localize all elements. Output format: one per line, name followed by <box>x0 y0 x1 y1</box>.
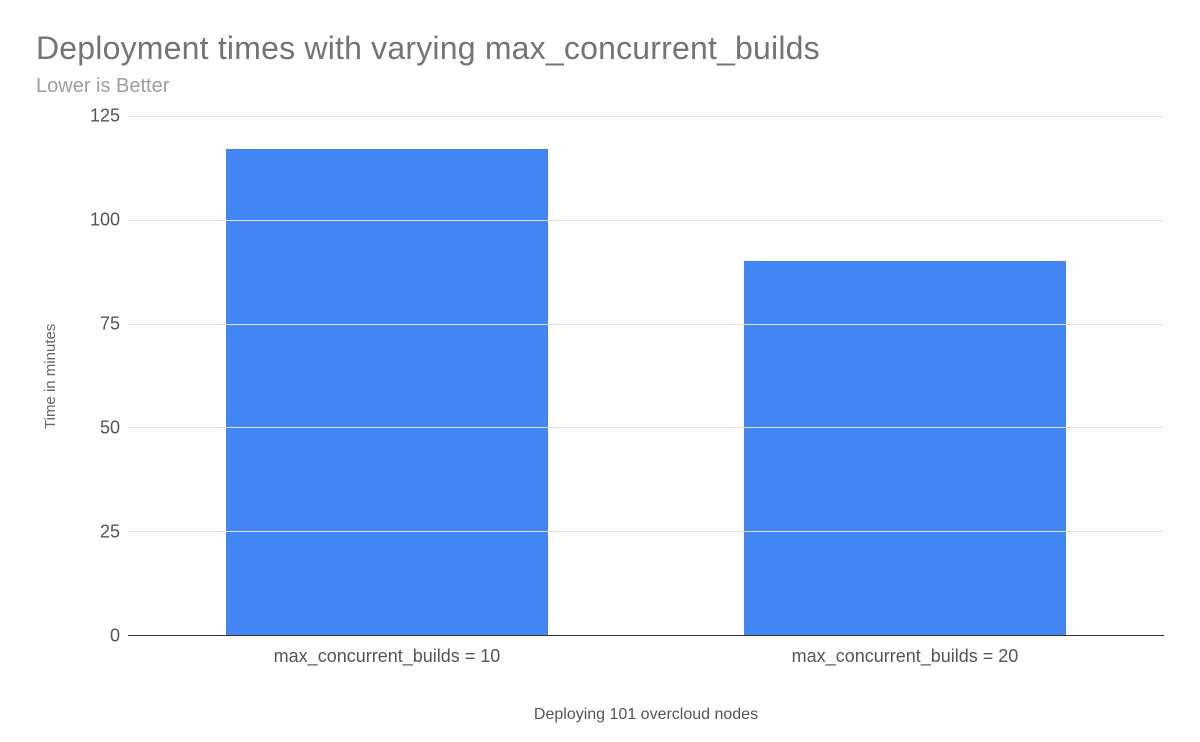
chart-title: Deployment times with varying max_concur… <box>36 30 1164 67</box>
y-tick-label: 125 <box>90 106 120 127</box>
y-tick-label: 25 <box>100 522 120 543</box>
y-tick-label: 100 <box>90 210 120 231</box>
plot-area <box>128 116 1164 636</box>
y-tick-label: 0 <box>110 626 120 647</box>
gridline <box>128 324 1164 325</box>
y-axis-ticks: 0255075100125 <box>58 116 128 636</box>
bars-group <box>128 116 1164 635</box>
x-axis-label: Deploying 101 overcloud nodes <box>128 706 1164 724</box>
chart-subtitle: Lower is Better <box>36 75 1164 98</box>
gridline <box>128 220 1164 221</box>
x-tick-label: max_concurrent_builds = 10 <box>128 636 646 678</box>
gridline <box>128 427 1164 428</box>
gridline <box>128 531 1164 532</box>
bar-slot <box>646 116 1164 635</box>
plot-outer: Time in minutes 0255075100125 <box>36 116 1164 636</box>
bar-slot <box>128 116 646 635</box>
gridline <box>128 116 1164 117</box>
y-axis-label: Time in minutes <box>36 116 58 636</box>
chart-container: Deployment times with varying max_concur… <box>0 0 1200 742</box>
x-tick-label: max_concurrent_builds = 20 <box>646 636 1164 678</box>
bar <box>226 149 547 635</box>
x-axis-ticks: max_concurrent_builds = 10max_concurrent… <box>128 636 1164 678</box>
bar <box>744 261 1065 635</box>
y-tick-label: 75 <box>100 314 120 335</box>
y-tick-label: 50 <box>100 418 120 439</box>
